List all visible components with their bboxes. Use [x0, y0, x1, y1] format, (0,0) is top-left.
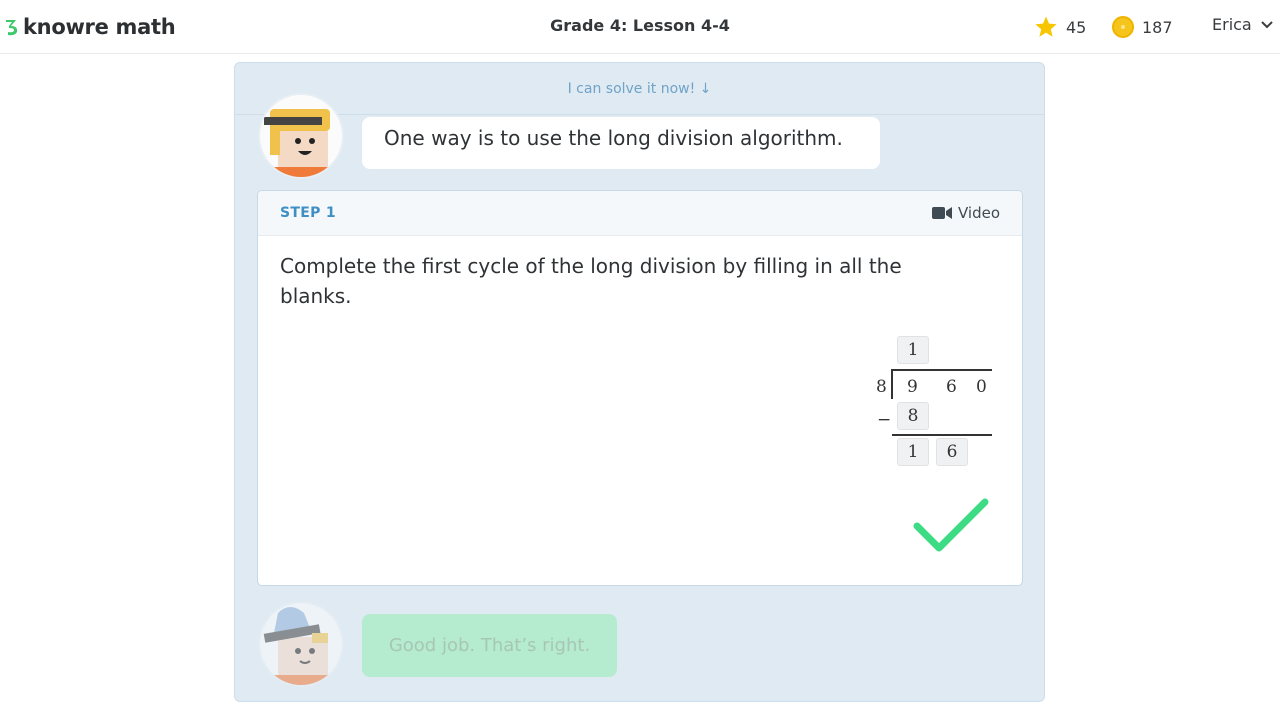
video-label: Video — [957, 204, 1000, 222]
checkmark-icon — [913, 498, 989, 552]
dividend-digit: 9 — [907, 377, 918, 397]
step-card: STEP 1 Video Complete the first cycle of… — [257, 190, 1023, 586]
video-camera-icon — [931, 207, 952, 219]
step-instruction: Complete the first cycle of the long div… — [280, 254, 902, 308]
subtract-input[interactable]: 8 — [897, 402, 929, 430]
divisor: 8 — [876, 377, 887, 397]
coins-count: 187 — [1142, 17, 1173, 37]
division-bracket — [891, 369, 893, 399]
video-button[interactable]: Video — [931, 204, 1000, 222]
star-icon — [1035, 16, 1057, 37]
step-header: STEP 1 Video — [258, 191, 1022, 236]
user-menu[interactable]: Erica — [1212, 15, 1274, 34]
division-bar — [892, 369, 992, 371]
tutor-avatar-icon — [263, 607, 336, 685]
step-label: STEP 1 — [280, 205, 336, 221]
quotient-input[interactable]: 1 — [897, 336, 929, 364]
stars-count: 45 — [1066, 17, 1087, 37]
solve-now-button[interactable]: I can solve it now! ↓ — [235, 63, 1044, 115]
lesson-panel: I can solve it now! ↓ One way is to use … — [234, 62, 1045, 702]
tutor-message: One way is to use the long division algo… — [362, 117, 880, 169]
subtraction-line — [892, 434, 992, 436]
tutor-avatar — [258, 93, 344, 179]
lesson-title: Grade 4: Lesson 4-4 — [550, 16, 730, 35]
user-name: Erica — [1212, 15, 1252, 34]
remainder-input[interactable]: 1 — [897, 438, 929, 466]
dividend-digit: 0 — [976, 377, 987, 397]
coins-counter: 187 — [1112, 14, 1173, 40]
feedback-message: Good job. That’s right. — [362, 614, 617, 677]
remainder-input[interactable]: 6 — [936, 438, 968, 466]
minus-sign: − — [877, 410, 892, 430]
top-bar: knowre math Grade 4: Lesson 4-4 45 187 E… — [0, 0, 1280, 54]
coin-icon — [1112, 16, 1134, 38]
tutor-avatar-feedback — [258, 601, 344, 687]
dividend-digit: 6 — [946, 377, 957, 397]
stars-counter: 45 — [1034, 14, 1086, 40]
tutor-avatar-icon — [264, 109, 336, 177]
chevron-down-icon — [1261, 20, 1273, 28]
